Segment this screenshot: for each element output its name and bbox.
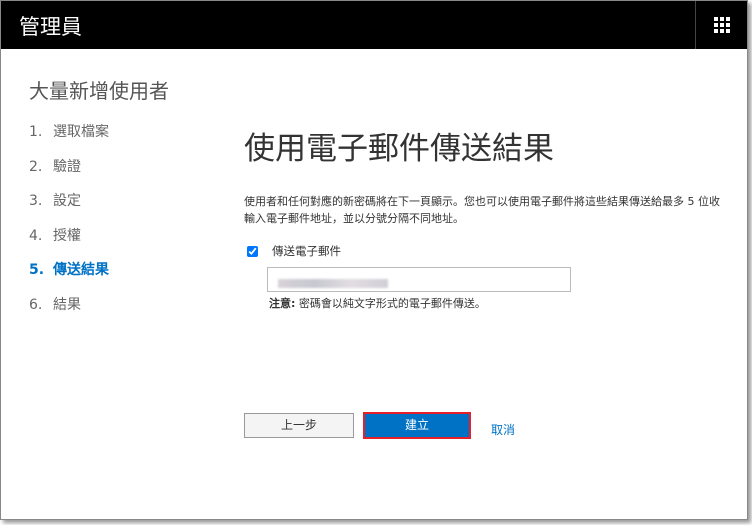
- create-button[interactable]: 建立: [363, 412, 471, 439]
- page-title: 使用電子郵件傳送結果: [244, 131, 554, 167]
- description: 使用者和任何對應的新密碼將在下一頁顯示。您也可以使用電子郵件將這些結果傳送給最多…: [244, 195, 720, 225]
- window: 管理員 大量新增使用者 1. 選取檔案 2. 驗證 3. 設定 4. 授權 5. 傳送結果…: [0, 0, 748, 520]
- app-title: 管理員: [19, 15, 82, 39]
- checkbox[interactable]: [247, 245, 258, 257]
- wizard-title: 大量新增使用者: [29, 79, 169, 103]
- step-settings: 3. 設定: [29, 193, 81, 209]
- email-input[interactable]: [267, 267, 571, 292]
- send-email-checkbox[interactable]: 傳送電子郵件: [247, 243, 341, 259]
- step-verify: 2. 驗證: [29, 158, 81, 175]
- step-select-file: 1. 選取檔案: [29, 124, 109, 140]
- wizard-steps: 1. 選取檔案 2. 驗證 3. 設定 4. 授權 5. 傳送結果 6. 結果: [29, 121, 109, 328]
- step-licenses: 4. 授權: [29, 227, 81, 244]
- blurred-email: [278, 279, 388, 288]
- app-launcher-grid-icon[interactable]: [695, 1, 747, 49]
- step-results: 6. 結果: [29, 296, 81, 313]
- step-send-results: 5. 傳送結果: [29, 262, 109, 278]
- note: 注意: 密碼會以純文字形式的電子郵件傳送。: [269, 297, 486, 310]
- top-bar: 管理員: [1, 1, 747, 49]
- back-button[interactable]: 上一步: [244, 413, 354, 438]
- cancel-link[interactable]: 取消: [491, 421, 515, 438]
